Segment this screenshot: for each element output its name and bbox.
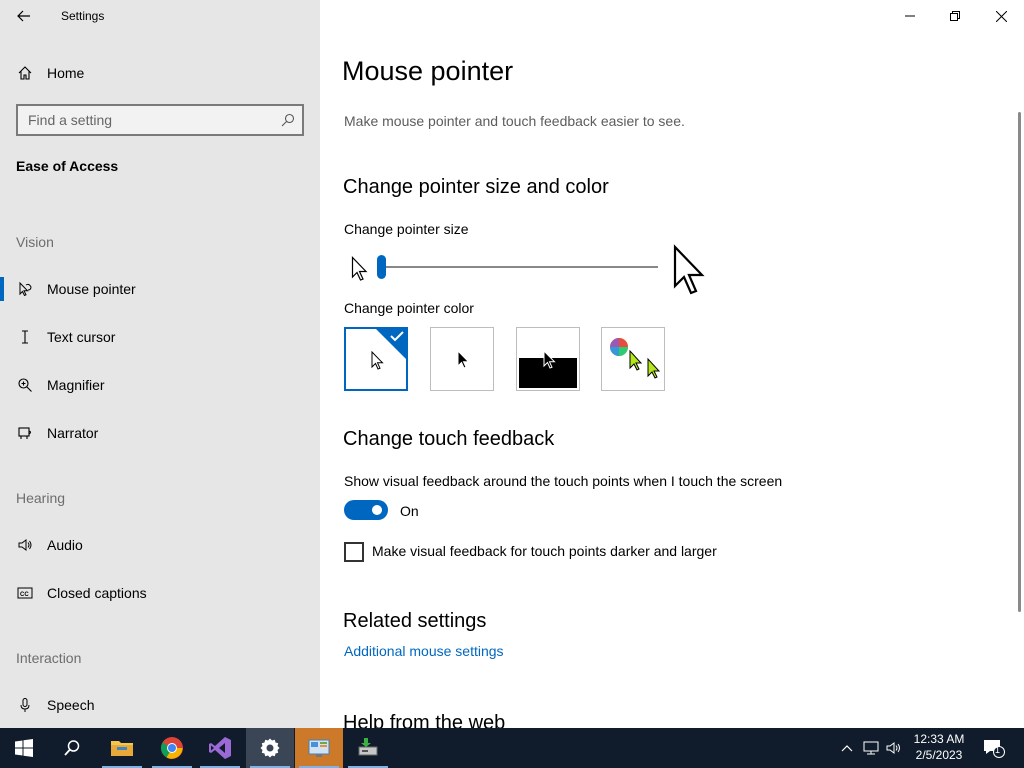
- start-icon: [15, 739, 33, 757]
- close-button[interactable]: [978, 0, 1024, 32]
- inverted-pointer-icon: [543, 350, 556, 369]
- darker-feedback-checkbox[interactable]: [344, 542, 364, 562]
- search-icon[interactable]: [280, 112, 296, 128]
- search-input[interactable]: [18, 106, 302, 134]
- page-title: Mouse pointer: [342, 56, 514, 86]
- taskbar-control-panel[interactable]: [295, 728, 343, 768]
- sidebar-item-label: Text cursor: [47, 329, 116, 345]
- sidebar-item-mouse-pointer[interactable]: Mouse pointer: [0, 269, 320, 309]
- large-pointer-icon: [673, 244, 705, 295]
- minimize-button[interactable]: [887, 0, 933, 32]
- mouse-pointer-icon: [16, 280, 34, 298]
- pointer-size-slider-thumb[interactable]: [377, 255, 386, 279]
- microphone-icon: [16, 696, 34, 714]
- small-pointer-icon: [351, 256, 368, 281]
- home-icon: [16, 64, 34, 82]
- app-title: Settings: [61, 9, 105, 23]
- group-header-interaction: Interaction: [16, 650, 82, 666]
- group-header-hearing: Hearing: [16, 490, 66, 506]
- back-arrow-icon: [17, 10, 30, 22]
- control-panel-icon: [308, 739, 330, 757]
- svg-text:CC: CC: [20, 592, 29, 598]
- network-tray-button[interactable]: [860, 728, 882, 768]
- pointer-color-label: Change pointer color: [344, 300, 474, 316]
- search-box[interactable]: [16, 104, 304, 136]
- volume-icon: [886, 742, 900, 754]
- pointer-color-black[interactable]: [430, 327, 494, 391]
- network-icon: [863, 741, 879, 755]
- chevron-up-icon: [841, 745, 853, 752]
- toggle-state-label: On: [400, 503, 419, 519]
- pointer-color-white[interactable]: [344, 327, 408, 391]
- close-icon: [995, 10, 1007, 22]
- text-cursor-icon: [16, 328, 34, 346]
- white-pointer-icon: [371, 351, 384, 370]
- black-pointer-icon: [457, 350, 470, 369]
- section-header-touch: Change touch feedback: [343, 428, 555, 450]
- toggle-knob: [372, 505, 382, 515]
- page-description: Make mouse pointer and touch feedback ea…: [344, 113, 685, 129]
- sidebar-item-speech[interactable]: Speech: [0, 685, 320, 725]
- group-header-vision: Vision: [16, 234, 54, 250]
- taskbar-search-button[interactable]: [48, 728, 96, 768]
- sidebar-item-narrator[interactable]: Narrator: [0, 413, 320, 453]
- scrollbar[interactable]: [1018, 112, 1021, 612]
- touch-feedback-label: Show visual feedback around the touch po…: [344, 473, 783, 489]
- show-hidden-icons-button[interactable]: [836, 728, 858, 768]
- title-bar: Settings: [0, 0, 320, 32]
- start-button[interactable]: [0, 728, 48, 768]
- action-center-button[interactable]: 1: [982, 728, 1006, 768]
- sidebar: Settings Home Ease of Access Vision Mous…: [0, 0, 320, 728]
- notification-count-badge: 1: [995, 745, 1001, 755]
- sidebar-item-closed-captions[interactable]: CC Closed captions: [0, 573, 320, 613]
- minimize-icon: [905, 15, 915, 17]
- taskbar: 12:33 AM 2/5/2023 1: [0, 728, 1024, 768]
- chrome-icon: [161, 737, 183, 759]
- magnifier-icon: [16, 376, 34, 394]
- pointer-size-slider-track[interactable]: [380, 266, 658, 268]
- speaker-icon: [16, 536, 34, 554]
- sidebar-item-audio[interactable]: Audio: [0, 525, 320, 565]
- settings-icon: [260, 738, 280, 758]
- category-title: Ease of Access: [16, 158, 119, 174]
- volume-tray-button[interactable]: [883, 728, 905, 768]
- file-explorer-icon: [111, 741, 133, 756]
- additional-mouse-settings-link[interactable]: Additional mouse settings: [344, 643, 504, 659]
- sidebar-item-label: Narrator: [47, 425, 99, 441]
- taskbar-file-explorer[interactable]: [98, 728, 146, 768]
- clock-date: 2/5/2023: [915, 748, 963, 762]
- notification-icon: [984, 740, 1005, 758]
- sidebar-item-text-cursor[interactable]: Text cursor: [0, 317, 320, 357]
- section-header-size-color: Change pointer size and color: [343, 176, 609, 198]
- touch-feedback-toggle[interactable]: [344, 500, 388, 520]
- taskbar-setup-app[interactable]: [344, 728, 392, 768]
- restore-icon: [950, 11, 960, 21]
- sidebar-item-label: Closed captions: [47, 585, 147, 601]
- section-header-related: Related settings: [343, 610, 487, 632]
- narrator-icon: [16, 424, 34, 442]
- taskbar-clock[interactable]: 12:33 AM 2/5/2023: [904, 731, 974, 763]
- taskbar-chrome[interactable]: [148, 728, 196, 768]
- search-icon: [64, 740, 80, 756]
- pointer-color-custom[interactable]: [601, 327, 665, 391]
- sidebar-item-magnifier[interactable]: Magnifier: [0, 365, 320, 405]
- taskbar-settings[interactable]: [246, 728, 294, 768]
- setup-icon: [358, 738, 378, 756]
- sidebar-item-home[interactable]: Home: [0, 53, 320, 93]
- sidebar-item-label: Home: [47, 65, 85, 81]
- custom-color-icon: [610, 338, 660, 379]
- closed-captions-icon: CC: [16, 584, 34, 602]
- back-button[interactable]: [8, 4, 40, 28]
- pointer-color-inverted[interactable]: [516, 327, 580, 391]
- visual-studio-icon: [209, 737, 231, 759]
- restore-button[interactable]: [932, 0, 978, 32]
- sidebar-item-label: Audio: [47, 537, 83, 553]
- sidebar-item-label: Magnifier: [47, 377, 105, 393]
- clock-time: 12:33 AM: [913, 732, 965, 746]
- pointer-size-label: Change pointer size: [344, 221, 469, 237]
- taskbar-visual-studio[interactable]: [196, 728, 244, 768]
- sidebar-item-label: Mouse pointer: [47, 281, 136, 297]
- darker-feedback-label: Make visual feedback for touch points da…: [372, 543, 717, 559]
- sidebar-item-label: Speech: [47, 697, 95, 713]
